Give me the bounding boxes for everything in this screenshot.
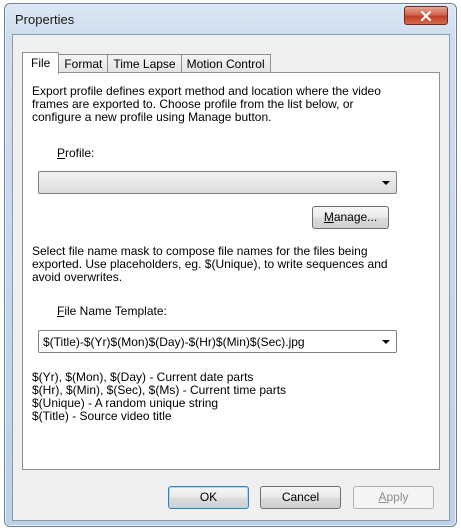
file-name-template-value: $(Title)-$(Yr)$(Mon)$(Day)-$(Hr)$(Min)$(… [43, 335, 305, 349]
properties-dialog: Properties File Format Time Lapse Motion… [4, 3, 457, 527]
mask-description: Select file name mask to compose file na… [32, 245, 388, 284]
chevron-down-icon [382, 340, 390, 344]
placeholder-help-line: $(Title) - Source video title [32, 409, 172, 423]
tab-time-lapse[interactable]: Time Lapse [107, 54, 182, 73]
export-description-line: configure a new profile using Manage but… [32, 110, 272, 124]
file-name-template-dropdown[interactable]: $(Title)-$(Yr)$(Mon)$(Day)-$(Hr)$(Min)$(… [38, 330, 397, 353]
close-button[interactable] [404, 6, 448, 25]
title-bar[interactable]: Properties [5, 4, 456, 34]
file-tab-panel: Export profile defines export method and… [22, 72, 440, 470]
ok-button[interactable]: OK [168, 486, 249, 509]
chevron-down-icon [382, 181, 390, 185]
manage-button[interactable]: Manage... [312, 206, 389, 229]
profile-label: Profile: [57, 146, 95, 160]
window-title: Properties [15, 12, 75, 27]
close-icon [421, 10, 431, 21]
placeholder-help: $(Yr), $(Mon), $(Day) - Current date par… [32, 371, 286, 423]
tab-file[interactable]: File [22, 52, 60, 74]
cancel-button[interactable]: Cancel [260, 486, 341, 509]
dialog-client-area: File Format Time Lapse Motion Control Ex… [12, 34, 450, 521]
tab-motion-control[interactable]: Motion Control [180, 54, 271, 73]
mask-description-line: avoid overwrites. [32, 270, 123, 284]
profile-dropdown[interactable] [38, 171, 397, 194]
file-name-template-label: File Name Template: [57, 304, 167, 318]
tab-strip: File Format Time Lapse Motion Control [22, 51, 271, 74]
apply-button[interactable]: Apply [353, 486, 434, 509]
export-description: Export profile defines export method and… [32, 85, 381, 124]
tab-format[interactable]: Format [58, 54, 109, 73]
